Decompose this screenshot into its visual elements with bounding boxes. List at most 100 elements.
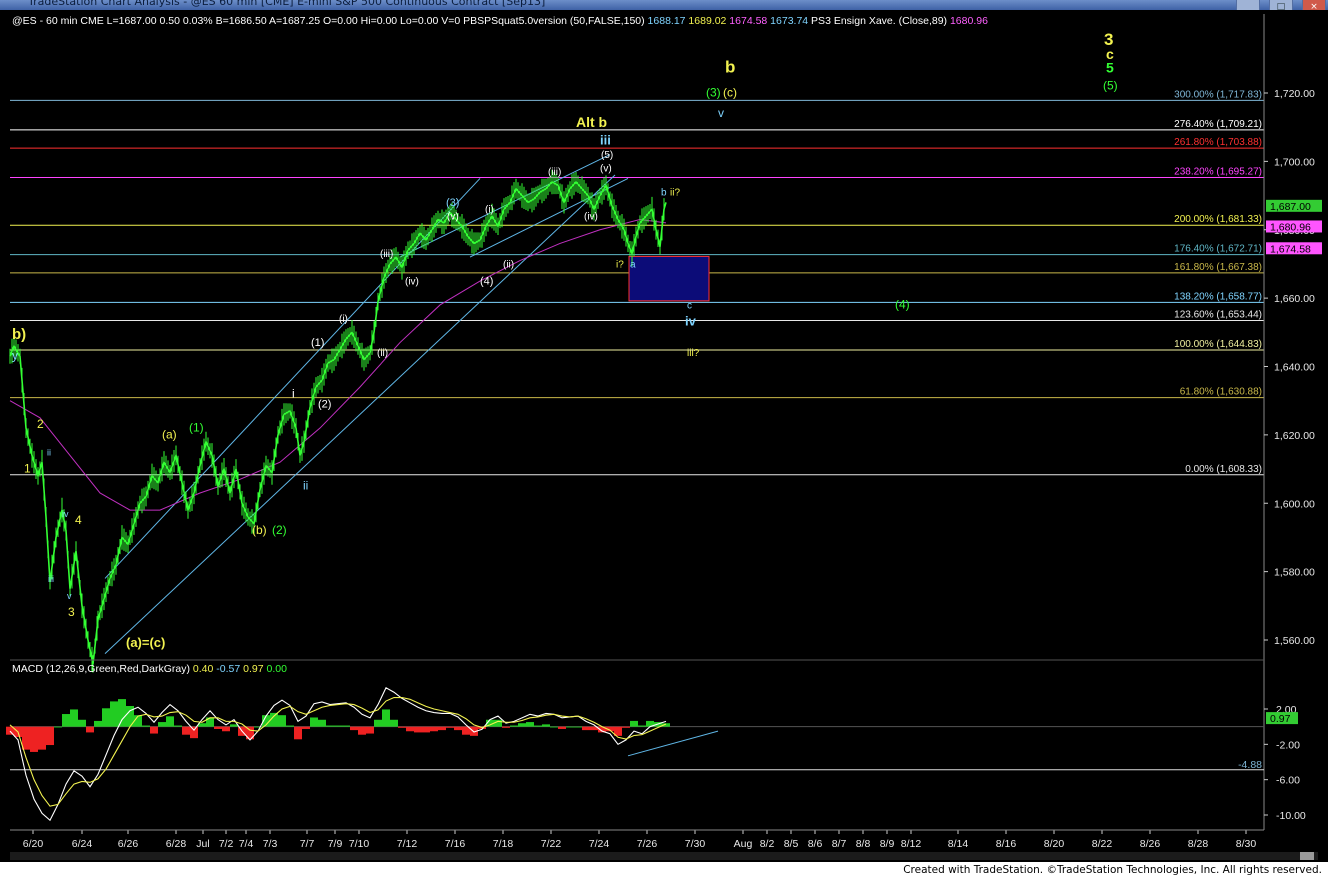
x-tick-label: Jul bbox=[196, 838, 209, 850]
header-field: 0.40 bbox=[190, 663, 214, 675]
wave-label: (iv) bbox=[584, 211, 598, 222]
wave-label: (ii) bbox=[503, 259, 514, 270]
y-tick-label: 1,620.00 bbox=[1274, 430, 1315, 442]
wave-label: 4 bbox=[75, 513, 82, 527]
macd-histogram-bar bbox=[310, 717, 318, 727]
x-tick-label: 6/24 bbox=[72, 838, 93, 850]
macd-histogram-bar bbox=[174, 725, 182, 727]
fib-label: 123.60% (1,653.44) bbox=[1174, 310, 1262, 321]
wave-label: (3) bbox=[706, 85, 721, 99]
wave-label: b bbox=[725, 57, 735, 76]
x-tick-label: 8/6 bbox=[808, 838, 823, 850]
x-tick-label: 7/3 bbox=[263, 838, 278, 850]
macd-histogram-bar bbox=[46, 726, 54, 746]
header-field: MACD (12,26,9,Green,Red,DarkGray) bbox=[12, 663, 190, 675]
x-tick-label: 8/20 bbox=[1044, 838, 1065, 850]
fib-label: 200.00% (1,681.33) bbox=[1174, 214, 1262, 225]
macd-histogram-bar bbox=[494, 719, 502, 727]
wave-label: 2 bbox=[37, 417, 44, 431]
macd-histogram-bar bbox=[86, 726, 94, 733]
y-tick-label: 1,560.00 bbox=[1274, 635, 1315, 647]
macd-histogram-bar bbox=[446, 726, 454, 728]
macd-histogram-bar bbox=[118, 699, 126, 727]
macd-histogram-bar bbox=[390, 719, 398, 727]
wave-label: (c) bbox=[723, 85, 737, 99]
macd-histogram-bar bbox=[526, 722, 534, 727]
macd-y-tick-label: -10.00 bbox=[1276, 810, 1306, 822]
macd-histogram-bar bbox=[286, 725, 294, 727]
macd-histogram-bar bbox=[78, 719, 86, 727]
macd-histogram-bar bbox=[350, 726, 358, 731]
macd-histogram-bar bbox=[62, 714, 70, 727]
wave-label: (2) bbox=[272, 523, 287, 537]
wave-label: (1) bbox=[189, 420, 204, 434]
x-tick-label: 8/5 bbox=[784, 838, 799, 850]
macd-histogram-bar bbox=[358, 726, 366, 735]
wave-label: (4) bbox=[480, 275, 493, 287]
header-field: PS3 Ensign Xave. (Close,89) bbox=[808, 15, 947, 27]
macd-histogram-bar bbox=[422, 726, 430, 733]
price-tag-label: 1,680.96 bbox=[1270, 221, 1311, 233]
fib-label: 161.80% (1,667.38) bbox=[1174, 262, 1262, 273]
wave-label: i? bbox=[616, 259, 624, 270]
macd-histogram-bar bbox=[542, 724, 550, 727]
macd-histogram-bar bbox=[230, 724, 238, 727]
wave-label: i bbox=[292, 386, 295, 400]
window-title-bar: TradeStation Chart Analysis - @ES 60 min… bbox=[0, 0, 1328, 15]
macd-histogram-bar bbox=[566, 726, 574, 728]
macd-histogram-bar bbox=[630, 720, 638, 727]
wave-label: (a)=(c) bbox=[126, 635, 165, 650]
header-field: 1680.96 bbox=[947, 15, 988, 27]
macd-histogram-bar bbox=[638, 725, 646, 727]
macd-histogram-bar bbox=[414, 726, 422, 733]
macd-histogram-bar bbox=[398, 726, 406, 728]
macd-histogram-bar bbox=[334, 725, 342, 727]
price-tag-label: 1,687.00 bbox=[1270, 201, 1311, 213]
x-tick-label: 8/2 bbox=[760, 838, 775, 850]
macd-histogram-bar bbox=[150, 726, 158, 734]
wave-label: v bbox=[718, 106, 724, 120]
macd-histogram-bar bbox=[278, 715, 286, 727]
y-tick-label: 1,600.00 bbox=[1274, 498, 1315, 510]
macd-histogram-bar bbox=[430, 726, 438, 732]
macd-histogram-bar bbox=[550, 726, 558, 728]
macd-histogram-bar bbox=[70, 709, 78, 727]
wave-label: (v) bbox=[600, 164, 612, 175]
y-tick-label: 1,700.00 bbox=[1274, 156, 1315, 168]
macd-histogram-bar bbox=[406, 726, 414, 732]
macd-histogram-bar bbox=[142, 725, 150, 727]
x-tick-label: 8/7 bbox=[832, 838, 847, 850]
horizontal-scrollbar[interactable] bbox=[10, 852, 1318, 860]
macd-header: MACD (12,26,9,Green,Red,DarkGray) 0.40 -… bbox=[12, 663, 287, 675]
x-tick-label: 8/16 bbox=[996, 838, 1017, 850]
macd-histogram-bar bbox=[38, 726, 46, 750]
wave-label: c bbox=[687, 300, 692, 311]
scrollbar-thumb[interactable] bbox=[1300, 852, 1314, 860]
header-field: 1674.58 bbox=[726, 15, 767, 27]
wave-label: Alt b bbox=[576, 114, 607, 130]
price-chart[interactable]: 300.00% (1,717.83)276.40% (1,709.21)261.… bbox=[0, 10, 1328, 852]
macd-histogram-bar bbox=[190, 726, 198, 739]
macd-histogram-bar bbox=[582, 726, 590, 731]
price-tag-label: 1,674.58 bbox=[1270, 243, 1311, 255]
fib-label: 261.80% (1,703.88) bbox=[1174, 137, 1262, 148]
x-tick-label: 8/30 bbox=[1236, 838, 1257, 850]
x-tick-label: 6/28 bbox=[166, 838, 187, 850]
macd-tag-label: 0.97 bbox=[1270, 713, 1291, 725]
x-tick-label: 8/22 bbox=[1092, 838, 1113, 850]
macd-histogram-bar bbox=[534, 725, 542, 727]
wave-label: (iii) bbox=[548, 167, 561, 178]
macd-histogram-bar bbox=[214, 726, 222, 729]
wave-label: 3 bbox=[68, 605, 75, 619]
macd-histogram-bar bbox=[158, 722, 166, 727]
header-field: 1689.02 bbox=[686, 15, 727, 27]
wave-label: (5) bbox=[601, 150, 613, 161]
macd-histogram-bar bbox=[510, 725, 518, 727]
y-tick-label: 1,580.00 bbox=[1274, 567, 1315, 579]
fib-label: 100.00% (1,644.83) bbox=[1174, 339, 1262, 350]
x-tick-label: 8/8 bbox=[856, 838, 871, 850]
wave-label: (b) bbox=[252, 523, 267, 537]
macd-histogram-bar bbox=[110, 701, 118, 727]
macd-y-tick-label: -6.00 bbox=[1276, 775, 1300, 787]
x-tick-label: 7/16 bbox=[445, 838, 466, 850]
